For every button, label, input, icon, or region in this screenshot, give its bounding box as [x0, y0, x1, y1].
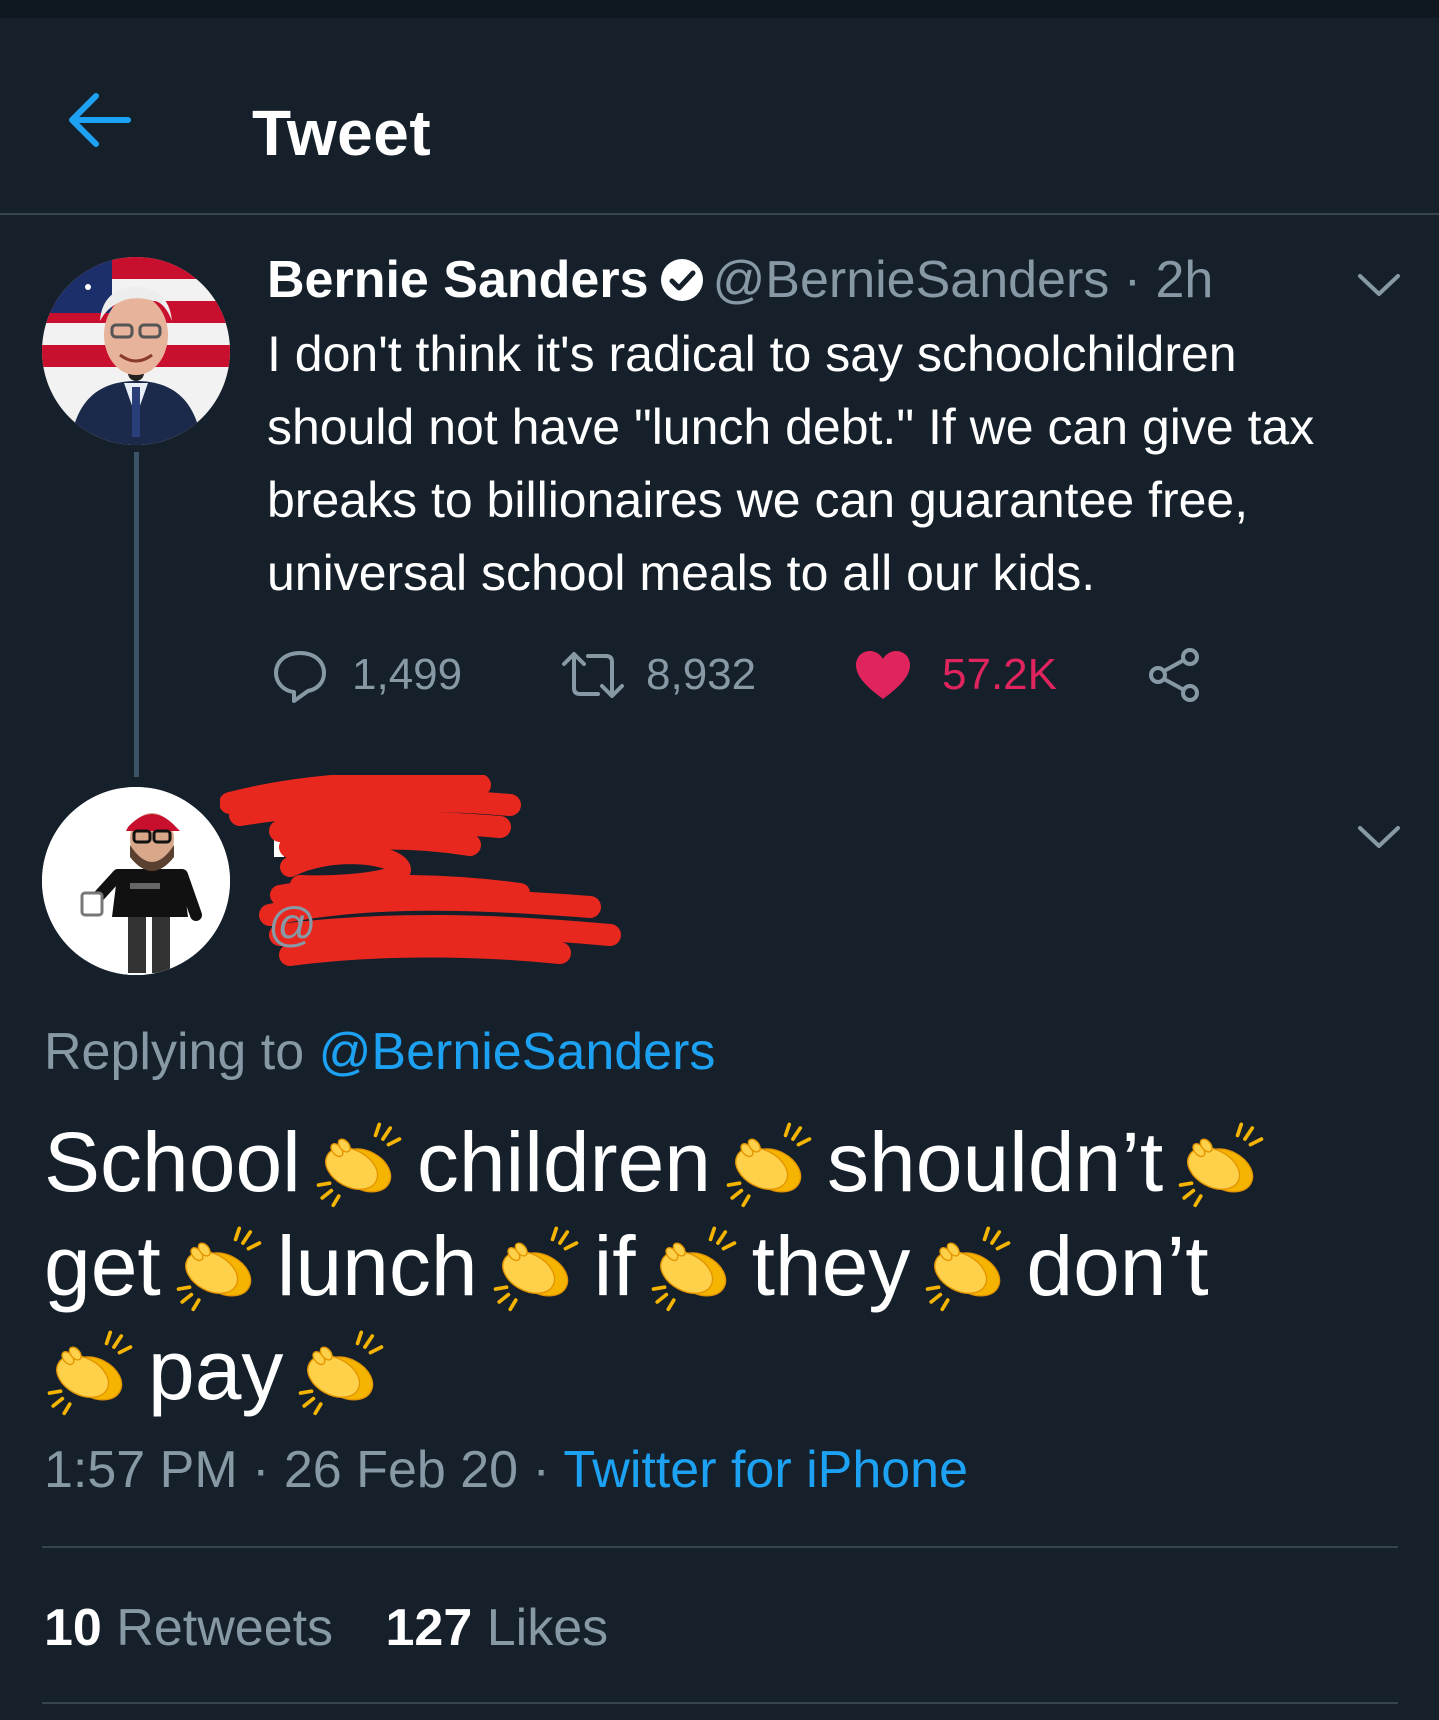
tweet-age: 2h [1155, 251, 1214, 309]
thread-connector [134, 452, 139, 777]
retweets-stat[interactable]: 10 Retweets [44, 1599, 333, 1657]
reply-word: shouldn’t [827, 1115, 1164, 1209]
reply-icon [274, 651, 326, 703]
clapping-hands-icon [1175, 1117, 1267, 1209]
clapping-hands-icon [723, 1117, 815, 1209]
reply-word: if [593, 1219, 636, 1313]
replying-to: Replying to @BernieSanders [44, 1022, 715, 1082]
chevron-down-icon[interactable] [1356, 272, 1402, 300]
replying-handle-link[interactable]: @BernieSanders [319, 1023, 716, 1081]
tweet-author-row: Bernie Sanders @BernieSanders · 2h [267, 250, 1213, 310]
reply-tweet-text: School children shouldn’t get lunch if they do… [44, 1110, 1404, 1422]
retweet-icon [562, 652, 624, 698]
share-action[interactable] [1146, 640, 1202, 710]
retweets-stat-label: Retweets [116, 1599, 334, 1657]
tweet-meta: 1:57 PM · 26 Feb 20 · Twitter for iPhone [44, 1440, 968, 1500]
meta-separator: · [252, 1441, 270, 1499]
reply-word: School [44, 1115, 301, 1209]
reply-word: don’t [1026, 1219, 1209, 1313]
retweets-stat-count: 10 [44, 1599, 102, 1657]
reply-word: they [751, 1219, 911, 1313]
divider [42, 1702, 1398, 1704]
reply-word: pay [148, 1323, 284, 1417]
heart-icon [856, 651, 910, 699]
page-title: Tweet [252, 97, 432, 169]
likes-stat-count: 127 [385, 1599, 473, 1657]
back-arrow-icon [69, 93, 131, 147]
clapping-hands-icon [922, 1221, 1014, 1313]
app-header: Tweet [0, 18, 1439, 215]
author-name[interactable]: Bernie Sanders [267, 251, 649, 309]
clapping-hands-icon [44, 1325, 136, 1417]
tweet-time: 1:57 PM [44, 1441, 238, 1499]
meta-separator: · [532, 1441, 550, 1499]
reply-action[interactable]: 1,499 [272, 640, 462, 710]
reply-chevron-down-icon[interactable] [1356, 824, 1402, 852]
like-count: 57.2K [942, 650, 1057, 699]
reply-word: lunch [276, 1219, 478, 1313]
clapping-hands-icon [648, 1221, 740, 1313]
back-button[interactable] [66, 90, 132, 150]
meta-separator: · [1123, 251, 1142, 309]
divider [42, 1546, 1398, 1548]
likes-stat-label: Likes [486, 1599, 609, 1657]
reply-count: 1,499 [352, 650, 463, 699]
clapping-hands-icon [173, 1221, 265, 1313]
engagement-stats: 10 Retweets 127 Likes [44, 1598, 608, 1658]
tweet-source-link[interactable]: Twitter for iPhone [563, 1441, 968, 1499]
reply-author-handle[interactable]: @ [268, 898, 317, 953]
clapping-hands-icon [313, 1117, 405, 1209]
status-bar [0, 0, 1439, 18]
clapping-hands-icon [490, 1221, 582, 1313]
tweet-text: I don't think it's radical to say school… [267, 326, 1315, 601]
clapping-hands-icon [295, 1325, 387, 1417]
reply-word: children [416, 1115, 712, 1209]
reply-author-avatar[interactable] [42, 787, 230, 975]
share-icon [1149, 648, 1199, 702]
author-avatar[interactable] [42, 257, 230, 445]
retweet-action[interactable]: 8,932 [560, 640, 756, 710]
likes-stat[interactable]: 127 Likes [386, 1599, 609, 1657]
replying-label: Replying to [44, 1023, 305, 1081]
verified-icon [660, 259, 703, 301]
tweet-date: 26 Feb 20 [283, 1441, 519, 1499]
author-handle[interactable]: @BernieSanders [713, 251, 1110, 309]
reply-word: get [44, 1219, 161, 1313]
like-action[interactable]: 57.2K [854, 640, 1057, 710]
retweet-count: 8,932 [646, 650, 757, 699]
